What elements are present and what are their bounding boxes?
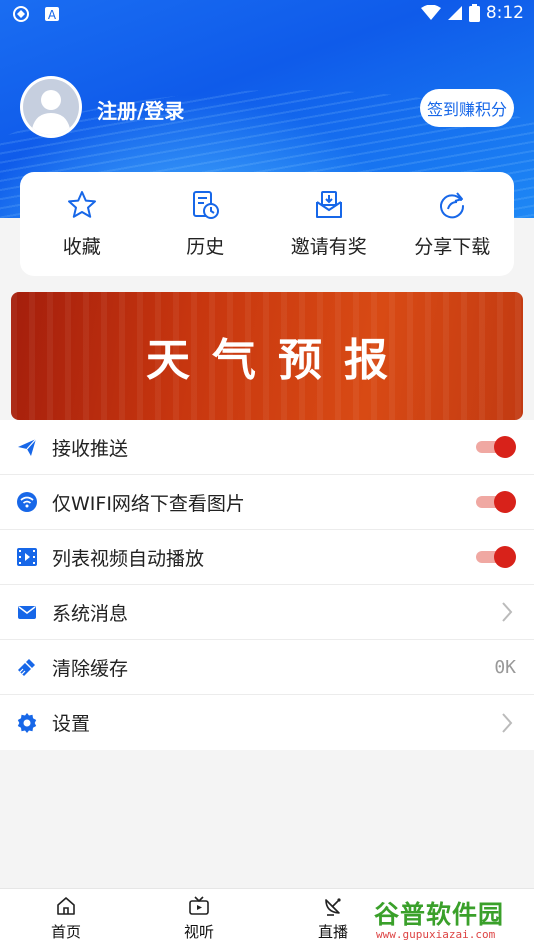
autoplay-toggle[interactable]	[476, 546, 516, 568]
settings-label: 清除缓存	[52, 657, 129, 680]
settings-label: 接收推送	[52, 437, 129, 460]
push-toggle[interactable]	[476, 436, 516, 458]
quick-action-label: 收藏	[62, 236, 101, 258]
site-watermark: 谷普软件园 www.gupuxiazai.com	[370, 893, 530, 947]
tab-label: 直播	[317, 923, 348, 941]
invite-icon	[315, 191, 342, 218]
status-bar: A 8:12	[0, 0, 534, 30]
quick-action-share[interactable]: 分享下载	[391, 172, 515, 276]
share-icon	[440, 192, 465, 219]
satellite-dish-icon	[325, 898, 341, 916]
battery-icon	[468, 4, 480, 22]
quick-action-favorites[interactable]: 收藏	[20, 172, 144, 276]
settings-list: 接收推送 仅WIFI网络下查看图片 列表视频自动播放 系统消息 清除缓存 0K …	[0, 420, 534, 750]
envelope-icon	[18, 606, 36, 619]
banner-title: 天气预报	[146, 335, 410, 386]
settings-row-push[interactable]: 接收推送	[0, 420, 534, 475]
tab-label: 首页	[50, 923, 81, 941]
wifi-icon	[420, 5, 441, 20]
weather-forecast-banner[interactable]: 天气预报	[11, 292, 523, 420]
watermark-title: 谷普软件园	[374, 900, 505, 929]
sync-icon	[13, 6, 29, 22]
history-icon	[193, 191, 220, 219]
chevron-right-icon	[502, 712, 513, 733]
quick-action-label: 分享下载	[414, 236, 491, 258]
tab-audio-video[interactable]: 视听	[164, 895, 234, 942]
tab-label: 视听	[183, 923, 214, 941]
settings-row-messages[interactable]: 系统消息	[0, 585, 534, 640]
quick-action-label: 邀请有奖	[290, 236, 367, 258]
notification-a-icon: A	[45, 7, 59, 22]
settings-label: 仅WIFI网络下查看图片	[52, 492, 245, 515]
wifi-circle-icon	[17, 492, 37, 512]
signin-earn-points-button[interactable]: 签到赚积分	[420, 89, 514, 127]
star-icon	[67, 191, 96, 218]
settings-label: 系统消息	[52, 602, 129, 625]
home-icon	[57, 897, 75, 915]
paper-plane-icon	[18, 438, 37, 456]
chevron-right-icon	[502, 602, 513, 622]
svg-text:A: A	[48, 8, 57, 22]
user-silhouette-icon	[23, 79, 79, 135]
avatar[interactable]	[20, 76, 82, 138]
tab-home[interactable]: 首页	[31, 895, 101, 942]
status-time: 8:12	[485, 3, 524, 23]
film-icon	[17, 548, 37, 566]
tab-live[interactable]: 直播	[298, 895, 368, 942]
login-register-link[interactable]: 注册/登录	[97, 95, 184, 124]
settings-row-settings[interactable]: 设置	[0, 695, 534, 750]
gear-icon	[17, 712, 37, 733]
broom-icon	[18, 659, 35, 676]
quick-actions-card: 收藏 历史 邀请有奖 分享下载	[20, 172, 514, 276]
settings-row-wifi-images[interactable]: 仅WIFI网络下查看图片	[0, 475, 534, 530]
cache-size-value: 0K	[494, 656, 516, 678]
wifi-images-toggle[interactable]	[476, 491, 516, 513]
quick-action-invite[interactable]: 邀请有奖	[267, 172, 391, 276]
watermark-url: www.gupuxiazai.com	[376, 928, 496, 941]
tv-icon	[189, 896, 209, 915]
settings-label: 列表视频自动播放	[52, 547, 205, 570]
settings-label: 设置	[52, 713, 91, 735]
signal-icon	[447, 6, 462, 20]
settings-row-clear-cache[interactable]: 清除缓存 0K	[0, 640, 534, 695]
quick-action-history[interactable]: 历史	[144, 172, 268, 276]
quick-action-label: 历史	[186, 236, 225, 258]
settings-row-autoplay[interactable]: 列表视频自动播放	[0, 530, 534, 585]
